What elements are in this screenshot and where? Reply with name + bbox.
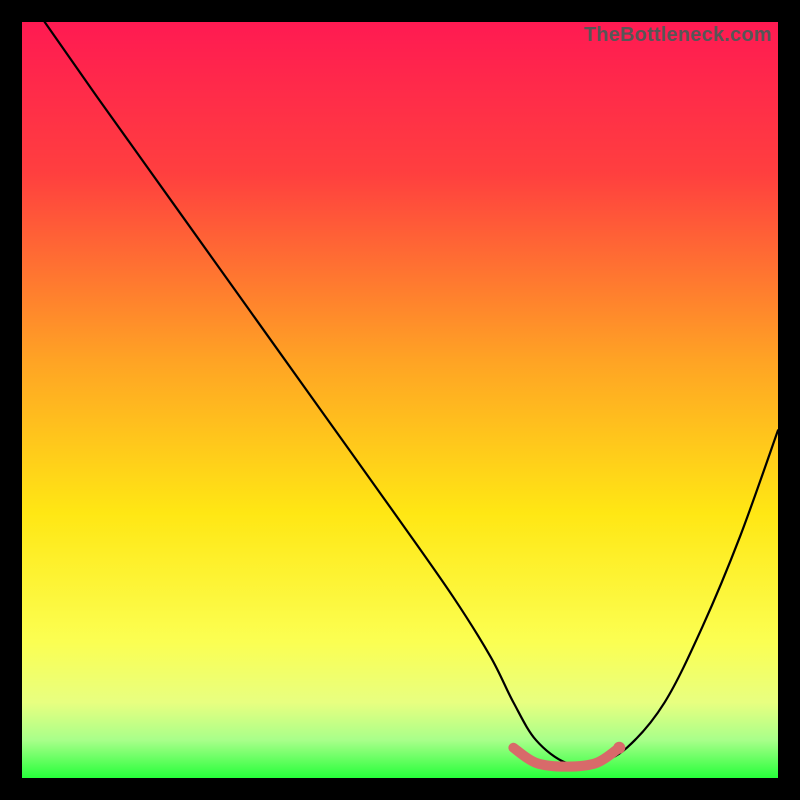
bottom-marker-end-dot [613, 742, 625, 754]
watermark-text: TheBottleneck.com [584, 24, 772, 47]
primary-curve [45, 22, 778, 765]
chart-overlay [22, 22, 778, 778]
chart-frame: TheBottleneck.com [22, 22, 778, 778]
bottom-marker [513, 748, 619, 767]
